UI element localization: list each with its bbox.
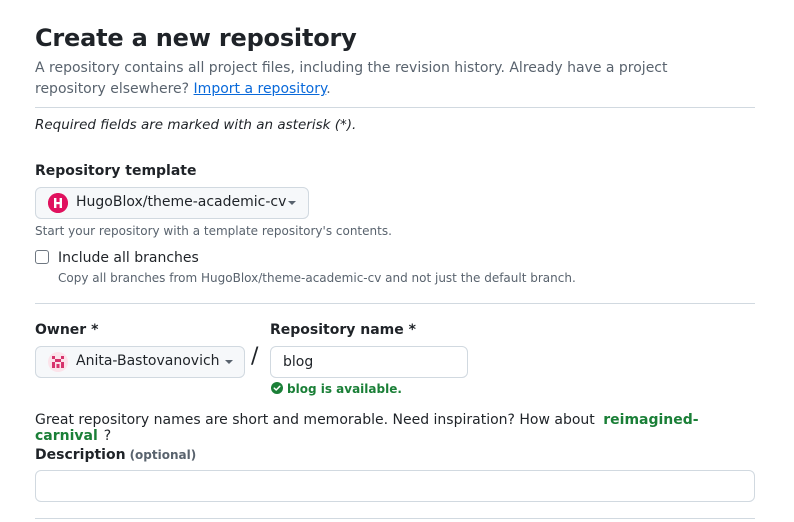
triangle-down-icon — [225, 360, 233, 364]
required-fields-note: Required fields are marked with an aster… — [35, 117, 357, 133]
intro-period: . — [326, 81, 331, 97]
triangle-down-icon — [288, 201, 296, 205]
page-title: Create a new repository — [35, 24, 357, 52]
availability-text: blog is available. — [287, 381, 402, 396]
include-branches-checkbox[interactable] — [35, 250, 49, 264]
intro-description: A repository contains all project files,… — [35, 60, 668, 97]
name-inspiration: Great repository names are short and mem… — [35, 412, 755, 444]
intro-text: A repository contains all project files,… — [35, 58, 735, 100]
check-circle-icon — [271, 382, 283, 397]
optional-tag: (optional) — [129, 448, 197, 462]
divider — [35, 518, 755, 519]
divider — [35, 303, 755, 304]
description-label-text: Description — [35, 447, 126, 463]
description-input[interactable] — [35, 470, 755, 502]
template-selected-value: HugoBlox/theme-academic-cv — [76, 194, 287, 210]
include-branches-hint: Copy all branches from HugoBlox/theme-ac… — [58, 271, 576, 285]
description-label: Description (optional) — [35, 447, 196, 463]
owner-repo-separator: / — [251, 344, 259, 369]
availability-status: blog is available. — [271, 381, 402, 396]
hugoblox-avatar-icon — [48, 193, 68, 213]
template-hint: Start your repository with a template re… — [35, 224, 392, 238]
owner-label: Owner * — [35, 322, 99, 338]
inspiration-end: ? — [103, 428, 112, 444]
owner-select-button[interactable]: Anita-Bastovanovich — [35, 346, 245, 378]
inspiration-text: Great repository names are short and mem… — [35, 412, 595, 428]
include-branches-label[interactable]: Include all branches — [58, 250, 199, 266]
divider — [35, 107, 755, 108]
template-select-button[interactable]: HugoBlox/theme-academic-cv — [35, 187, 309, 219]
repo-name-input[interactable]: blog — [270, 346, 468, 378]
user-avatar-icon — [48, 352, 68, 372]
owner-selected-value: Anita-Bastovanovich — [76, 353, 220, 369]
import-repository-link[interactable]: Import a repository — [194, 81, 327, 97]
template-label: Repository template — [35, 163, 197, 179]
repo-name-label: Repository name * — [270, 322, 416, 338]
